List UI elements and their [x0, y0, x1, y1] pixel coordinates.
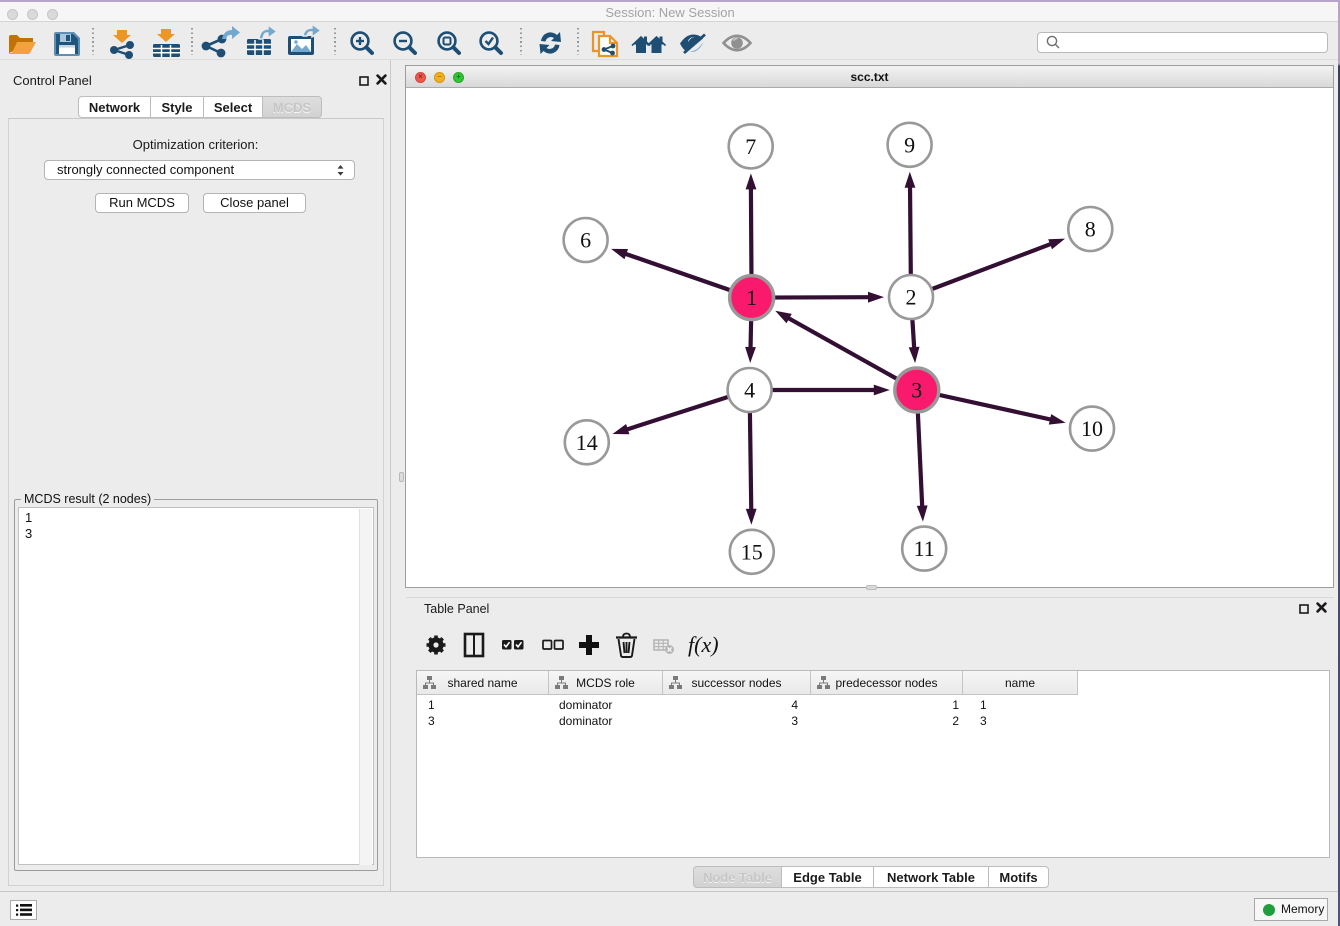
svg-text:6: 6	[580, 228, 591, 253]
svg-text:11: 11	[914, 536, 935, 561]
svg-text:3: 3	[911, 378, 922, 403]
svg-text:14: 14	[576, 430, 598, 455]
svg-text:9: 9	[904, 132, 915, 157]
svg-text:15: 15	[741, 539, 763, 564]
svg-text:2: 2	[906, 285, 917, 310]
svg-text:7: 7	[745, 134, 756, 159]
svg-text:8: 8	[1085, 217, 1096, 242]
svg-text:1: 1	[746, 285, 757, 310]
svg-text:10: 10	[1081, 416, 1103, 441]
svg-text:4: 4	[744, 378, 755, 403]
svg-text:f(x): f(x)	[688, 632, 719, 657]
